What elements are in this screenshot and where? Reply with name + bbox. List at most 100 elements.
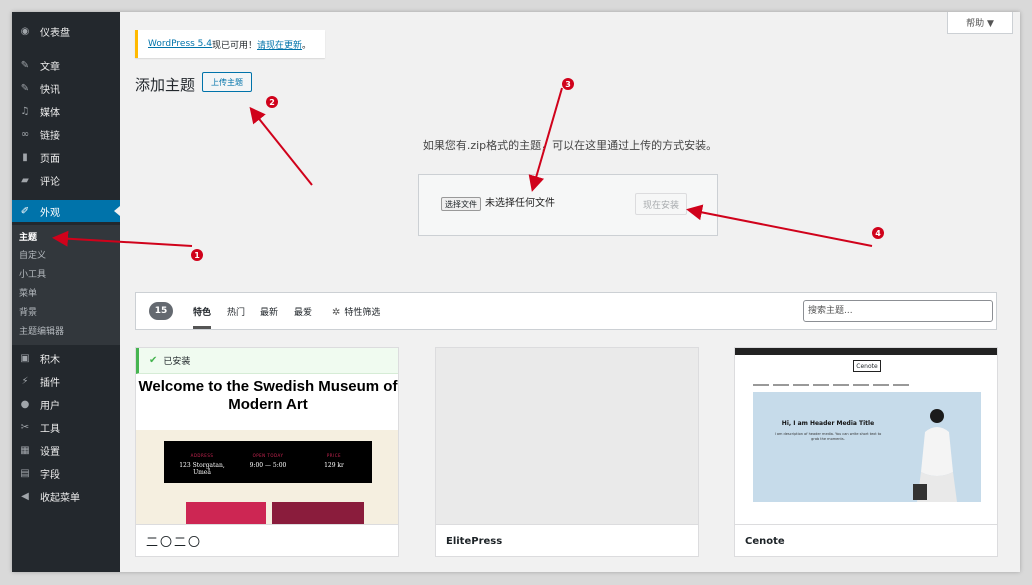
theme-card-twentytwenty[interactable]: ✔ 已安装 Welcome to the Swedish Museum of Mo… <box>135 347 399 557</box>
submenu-item-widgets[interactable]: 小工具 <box>19 267 46 280</box>
sidebar-item-pages[interactable]: ▮ 页面 <box>12 146 120 168</box>
submenu-item-background[interactable]: 背景 <box>19 305 37 318</box>
sidebar-item-appearance[interactable]: ✐ 外观 <box>12 200 120 222</box>
page-title: 添加主题 <box>135 76 196 94</box>
feature-filter-label: 特性筛选 <box>344 308 381 318</box>
sidebar-item-tools[interactable]: ✂ 工具 <box>12 416 120 438</box>
update-notice: WordPress 5.4 现已可用！ 请现在更新 。 <box>135 30 325 58</box>
blocks-icon: ▣ <box>20 352 30 364</box>
search-themes-input[interactable] <box>803 300 993 322</box>
info-label: PRICE <box>326 453 342 458</box>
choose-file-button[interactable]: 选择文件 <box>441 197 481 211</box>
upload-form: 选择文件 未选择任何文件 现在安装 <box>418 174 718 236</box>
sidebar-item-comments[interactable]: ▰ 评论 <box>12 169 120 191</box>
pin-icon: ✎ <box>20 82 30 94</box>
theme-name: ElitePress <box>436 524 698 556</box>
admin-sidebar: ◉ 仪表盘 ✎ 文章 ✎ 快讯 ♫ 媒体 ∞ 链接 ▮ 页面 ▰ 评论 ✐ 外观 主题 自定义 … <box>12 12 120 572</box>
sidebar-item-posts[interactable]: ✎ 文章 <box>12 54 120 76</box>
user-icon: ● <box>20 398 30 410</box>
appearance-icon: ✐ <box>20 205 30 217</box>
tab-feature-filter[interactable]: ✲ 特性筛选 <box>332 305 380 318</box>
comment-icon: ▰ <box>21 174 29 186</box>
sidebar-item-label: 媒体 <box>40 107 60 119</box>
sidebar-item-label: 收起菜单 <box>40 492 80 504</box>
gear-icon: ✲ <box>332 307 341 318</box>
sidebar-item-label: 外观 <box>40 207 60 219</box>
info-value: 129 kr <box>324 462 344 469</box>
fields-icon: ▤ <box>20 467 30 479</box>
sidebar-item-label: 设置 <box>40 446 60 458</box>
info-label: ADDRESS <box>190 453 214 458</box>
theme-screenshot[interactable]: ✔ 已安装 Welcome to the Swedish Museum of Mo… <box>136 348 398 524</box>
pin-icon: ✎ <box>20 59 30 71</box>
sidebar-item-media[interactable]: ♫ 媒体 <box>12 100 120 122</box>
sidebar-item-dashboard[interactable]: ◉ 仪表盘 <box>12 20 120 42</box>
notice-text: 现已可用！ <box>212 40 258 51</box>
preview-heading: Welcome to the Swedish Museum of Modern … <box>138 378 398 413</box>
sidebar-item-links[interactable]: ∞ 链接 <box>12 123 120 145</box>
upload-theme-button[interactable]: 上传主题 <box>202 72 252 92</box>
plugin-icon: ⚡ <box>21 375 29 387</box>
sidebar-item-collapse[interactable]: ◀ 收起菜单 <box>12 485 120 507</box>
theme-card-elitepress[interactable]: ElitePress <box>435 347 699 557</box>
sidebar-item-label: 用户 <box>40 400 60 412</box>
update-now-link[interactable]: 请现在更新 <box>257 38 302 51</box>
tab-featured[interactable]: 特色 <box>193 305 212 329</box>
sidebar-item-label: 仪表盘 <box>40 27 70 39</box>
info-value: 9:00 — 5:00 <box>249 462 287 469</box>
browser-window: ◉ 仪表盘 ✎ 文章 ✎ 快讯 ♫ 媒体 ∞ 链接 ▮ 页面 ▰ 评论 ✐ 外观 主题 自定义 … <box>12 12 1020 572</box>
tab-latest[interactable]: 最新 <box>260 305 278 318</box>
tools-icon: ✂ <box>20 421 30 433</box>
preview-nav <box>753 380 983 386</box>
submenu-item-customize[interactable]: 自定义 <box>19 248 46 261</box>
sidebar-item-label: 文章 <box>40 61 60 73</box>
wordpress-version-link[interactable]: WordPress 5.4 <box>148 39 212 49</box>
submenu-item-menus[interactable]: 菜单 <box>19 286 37 299</box>
preview-info-band: ADDRESS 123 Storgatan, Umeå OPEN TODAY 9:0… <box>164 441 372 483</box>
main-content: 帮助 ▼ WordPress 5.4 现已可用！ 请现在更新 。 添加主题 上传… <box>120 12 1020 572</box>
link-icon: ∞ <box>20 128 30 140</box>
media-icon: ♫ <box>20 105 30 117</box>
hero-title: Hi, I am Header Media Title <box>781 420 875 427</box>
preview-image-block <box>272 502 364 524</box>
tab-favorites[interactable]: 最爱 <box>294 305 312 318</box>
settings-icon: ▦ <box>20 444 30 456</box>
tab-popular[interactable]: 热门 <box>227 305 245 318</box>
sidebar-item-label: 积木 <box>40 354 60 366</box>
sidebar-item-label: 评论 <box>40 176 60 188</box>
install-now-button[interactable]: 现在安装 <box>635 193 687 215</box>
hero-subtitle: I am description of header media. You ca… <box>774 432 882 441</box>
installed-notice: ✔ 已安装 <box>136 348 398 374</box>
preview-hero: Hi, I am Header Media Title I am descrip… <box>753 392 981 502</box>
notice-end: 。 <box>302 40 312 51</box>
preview-info-col: OPEN TODAY 9:00 — 5:00 <box>238 453 298 469</box>
help-tab[interactable]: 帮助 ▼ <box>947 12 1013 34</box>
upload-description: 如果您有.zip格式的主题，可以在这里通过上传的方式安装。 <box>422 139 718 152</box>
preview-image-block <box>186 502 266 524</box>
theme-screenshot[interactable] <box>436 348 698 524</box>
submenu-item-themes[interactable]: 主题 <box>19 230 37 243</box>
sidebar-item-users[interactable]: ● 用户 <box>12 393 120 415</box>
submenu-item-theme-editor[interactable]: 主题编辑器 <box>19 324 64 337</box>
collapse-icon: ◀ <box>21 490 29 502</box>
theme-card-cenote[interactable]: Cenote Hi, I am Header Media Title I am … <box>734 347 998 557</box>
sidebar-item-blocks[interactable]: ▣ 积木 <box>12 347 120 369</box>
info-value: 123 Storgatan, Umeå <box>179 462 225 476</box>
theme-name: Cenote <box>735 524 997 556</box>
sidebar-item-fields[interactable]: ▤ 字段 <box>12 462 120 484</box>
preview-beige-section: ADDRESS 123 Storgatan, Umeå OPEN TODAY 9:0… <box>136 430 398 524</box>
sidebar-item-plugins[interactable]: ⚡ 插件 <box>12 370 120 392</box>
installed-label: 已安装 <box>163 357 191 367</box>
page-icon: ▮ <box>22 151 28 163</box>
sidebar-item-label: 快讯 <box>40 84 60 96</box>
dashboard-icon: ◉ <box>20 25 30 37</box>
theme-filter-bar: 15 特色 热门 最新 最爱 ✲ 特性筛选 <box>135 292 997 330</box>
sidebar-item-news[interactable]: ✎ 快讯 <box>12 77 120 99</box>
theme-screenshot[interactable]: Cenote Hi, I am Header Media Title I am … <box>735 348 997 524</box>
sidebar-item-label: 插件 <box>40 377 60 389</box>
checkmark-icon: ✔ <box>149 355 158 366</box>
sidebar-item-settings[interactable]: ▦ 设置 <box>12 439 120 461</box>
info-label: OPEN TODAY <box>252 453 284 458</box>
sidebar-item-label: 字段 <box>40 469 60 481</box>
no-file-label: 未选择任何文件 <box>485 198 555 209</box>
